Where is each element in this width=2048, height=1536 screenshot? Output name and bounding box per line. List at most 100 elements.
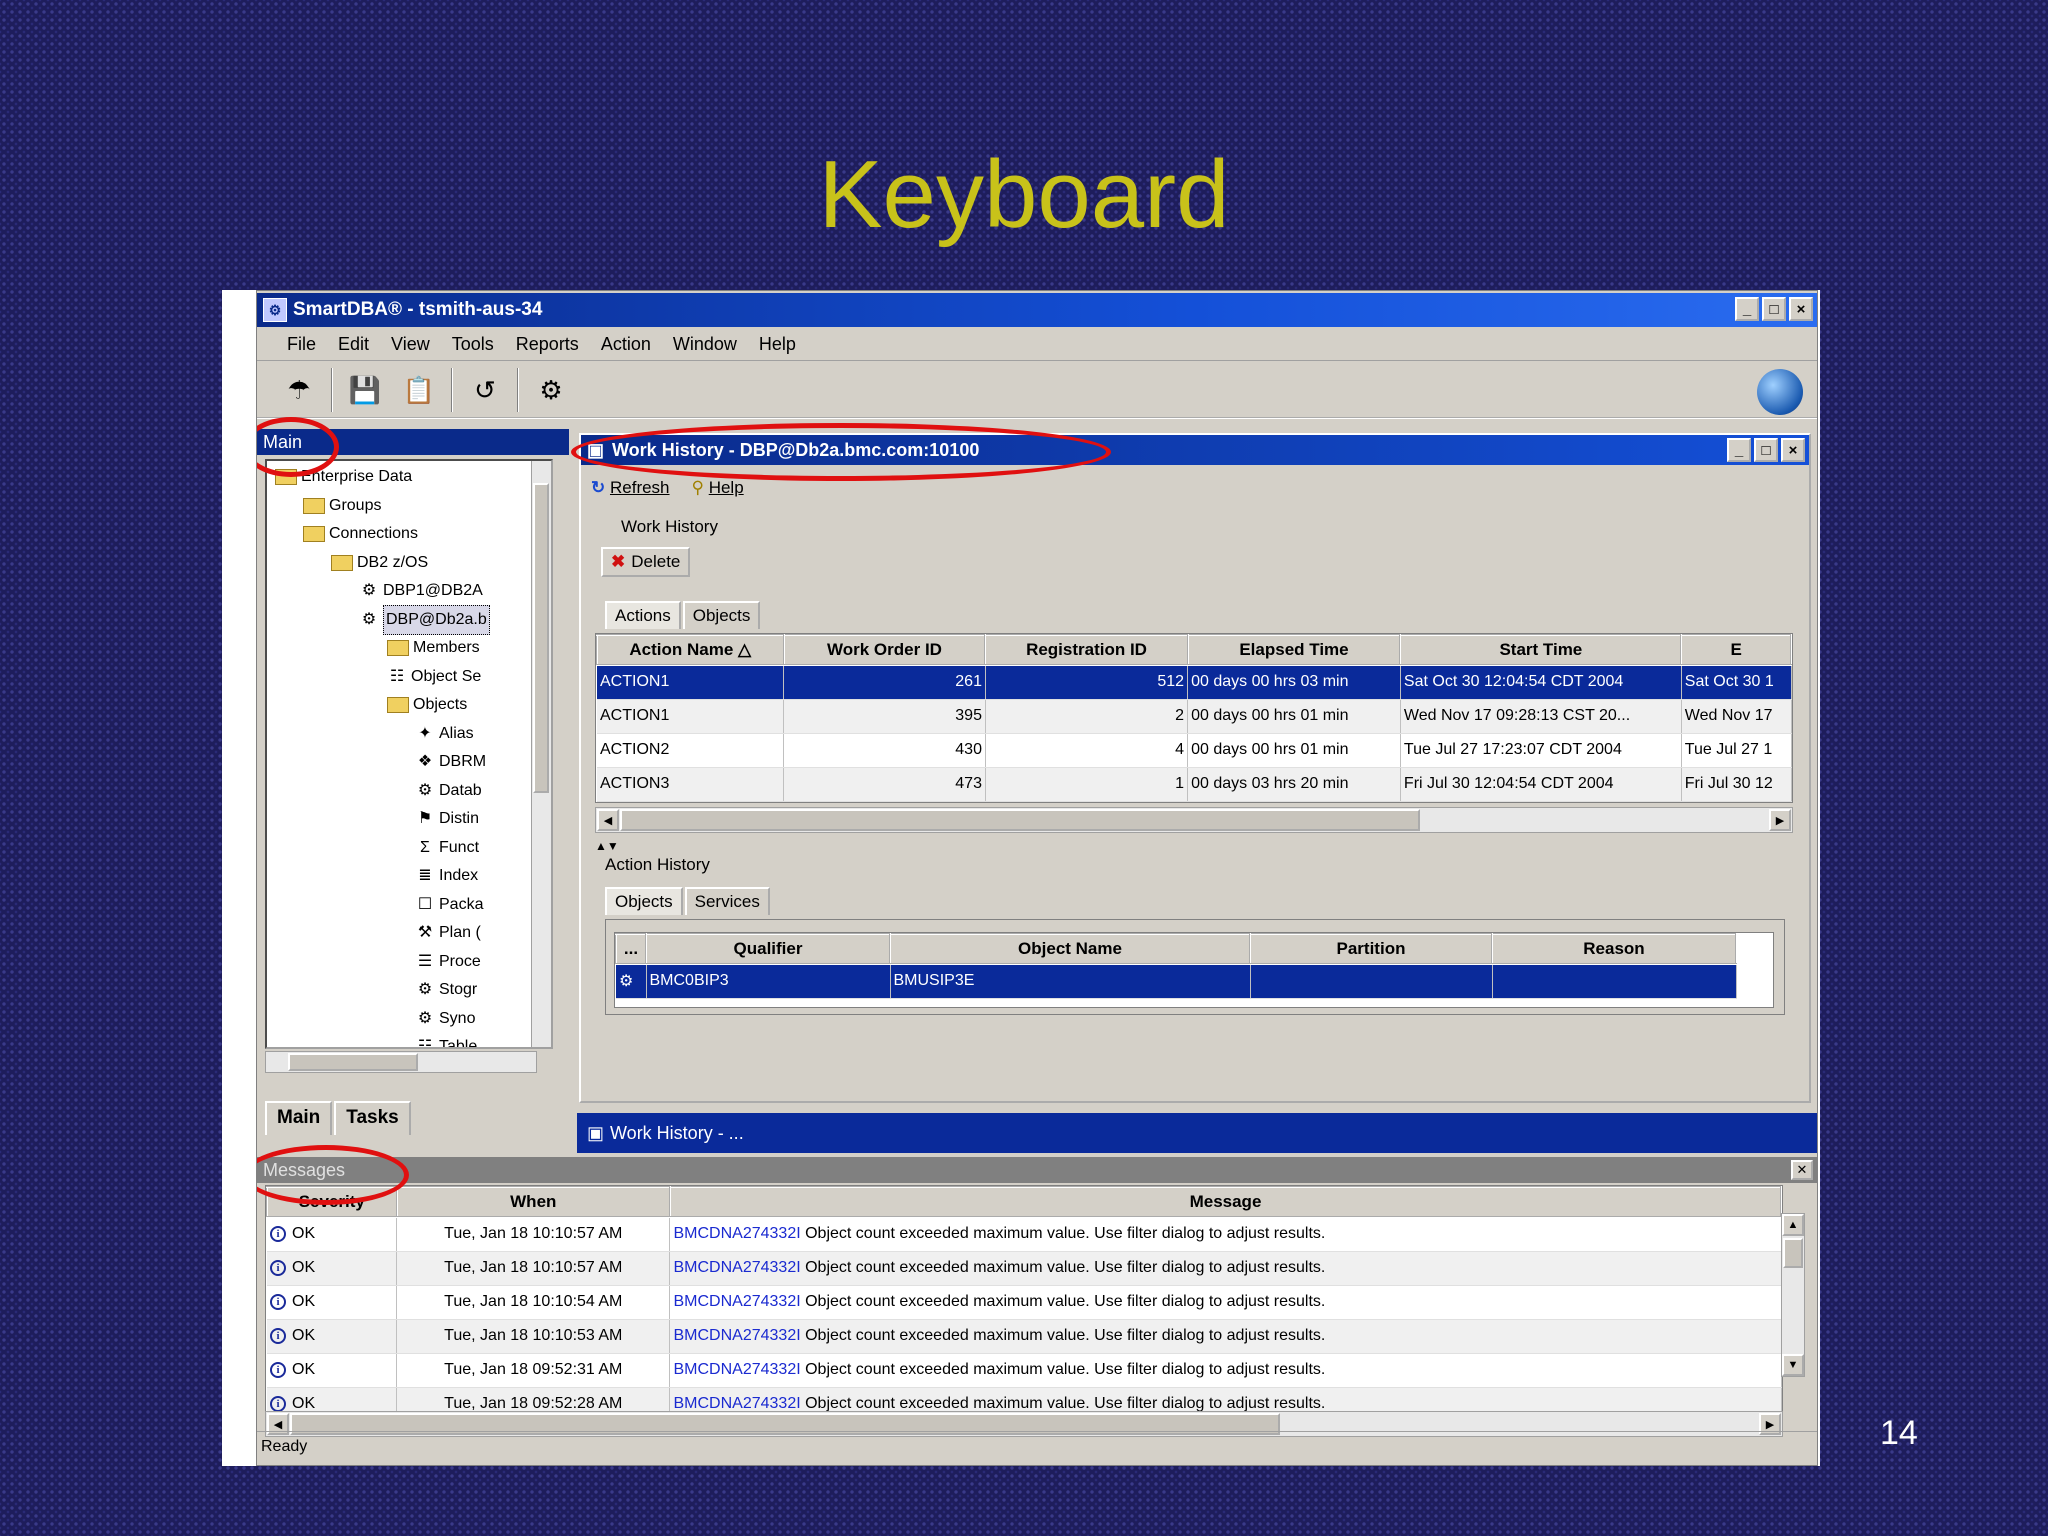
message-code-link[interactable]: BMCDNA274332I: [673, 1259, 800, 1276]
table-row[interactable]: ACTION1 395 2 00 days 00 hrs 01 min Wed Nov …: [597, 699, 1792, 734]
table-row[interactable]: ACTION1 261 512 00 days 00 hrs 03 min Sat Oc…: [597, 665, 1792, 700]
message-row[interactable]: i OK Tue, Jan 18 10:10:53 AM BMCDNA274332I …: [267, 1319, 1782, 1354]
restore-button[interactable]: □: [1754, 438, 1778, 462]
tree-item[interactable]: Groups: [303, 492, 381, 520]
tree-item[interactable]: ⚑ Distin: [415, 805, 479, 833]
taskbar-work-history[interactable]: ▣ Work History - ...: [587, 1119, 744, 1147]
close-button[interactable]: ×: [1781, 438, 1805, 462]
scroll-left-icon[interactable]: ◀: [597, 809, 619, 831]
column-header[interactable]: Object Name: [889, 933, 1251, 965]
tree-item[interactable]: ❖ DBRM: [415, 748, 486, 776]
tab-objects[interactable]: Objects: [682, 601, 761, 629]
message-code-link[interactable]: BMCDNA274332I: [673, 1395, 800, 1412]
scroll-up-icon[interactable]: ▲: [1782, 1214, 1804, 1236]
tree-horizontal-scrollbar[interactable]: [265, 1051, 537, 1073]
scroll-thumb[interactable]: [288, 1053, 418, 1071]
close-icon[interactable]: ✕: [1791, 1160, 1813, 1180]
connect-icon[interactable]: ☂: [277, 368, 321, 412]
message-row[interactable]: i OK Tue, Jan 18 09:52:31 AM BMCDNA274332I …: [267, 1353, 1782, 1388]
tree-item[interactable]: ☐ Packa: [415, 891, 484, 919]
folder-icon: [387, 697, 409, 713]
internal-taskbar: ▣ Work History - ...: [577, 1113, 1817, 1153]
column-header[interactable]: Elapsed Time: [1186, 634, 1402, 666]
scroll-thumb[interactable]: [620, 809, 1420, 831]
scroll-thumb[interactable]: [1783, 1238, 1803, 1268]
table-row[interactable]: ⚙ BMC0BIP3 BMUSIP3E: [616, 964, 1737, 999]
tree-item[interactable]: ⚒ Plan (: [415, 919, 481, 947]
column-header[interactable]: When: [395, 1186, 671, 1218]
menu-tools[interactable]: Tools: [452, 334, 494, 355]
splitter-arrows-icon[interactable]: ▲▼: [595, 839, 619, 853]
column-header[interactable]: Work Order ID: [782, 634, 987, 666]
column-header[interactable]: Registration ID: [984, 634, 1189, 666]
tree-item[interactable]: Objects: [387, 691, 467, 719]
scroll-down-icon[interactable]: ▼: [1782, 1354, 1804, 1376]
close-button[interactable]: ×: [1789, 297, 1813, 321]
column-header[interactable]: Partition: [1249, 933, 1493, 965]
column-header[interactable]: Message: [668, 1186, 1782, 1218]
tree-item[interactable]: ⚙ Syno: [415, 1005, 476, 1033]
message-code-link[interactable]: BMCDNA274332I: [673, 1225, 800, 1242]
maximize-button[interactable]: □: [1762, 297, 1786, 321]
table-row[interactable]: ACTION3 473 1 00 days 03 hrs 20 min Fri Jul …: [597, 767, 1792, 802]
tree-item[interactable]: Σ Funct: [415, 834, 479, 862]
save-icon[interactable]: 💾: [343, 368, 387, 412]
message-code-link[interactable]: BMCDNA274332I: [673, 1327, 800, 1344]
tree-item[interactable]: ☰ Proce: [415, 948, 481, 976]
column-header[interactable]: Action Name △: [596, 634, 785, 666]
table-row[interactable]: ACTION2 430 4 00 days 00 hrs 01 min Tue Jul …: [597, 733, 1792, 768]
messages-vertical-scrollbar[interactable]: ▲ ▼: [1781, 1213, 1805, 1377]
minimize-button[interactable]: _: [1727, 438, 1751, 462]
scroll-thumb[interactable]: [533, 483, 549, 793]
settings-icon[interactable]: ⚙: [529, 368, 573, 412]
column-header[interactable]: ...: [615, 933, 647, 965]
tab-services[interactable]: Services: [684, 887, 770, 915]
message-code-link[interactable]: BMCDNA274332I: [673, 1361, 800, 1378]
tree-item-label: DBRM: [439, 753, 487, 770]
tree-item[interactable]: ⚙ DBP@Db2a.b: [359, 604, 490, 635]
tree-item[interactable]: ✦ Alias: [415, 720, 473, 748]
tab-tasks[interactable]: Tasks: [334, 1101, 411, 1135]
tree-item[interactable]: ☷ Object Se: [387, 663, 481, 691]
tree-item[interactable]: ⚙ Stogr: [415, 976, 477, 1004]
actions-horizontal-scrollbar[interactable]: ◀ ▶: [595, 807, 1793, 833]
refresh-button[interactable]: ↻ Refresh: [591, 478, 670, 498]
tree-item[interactable]: ☷ Table: [415, 1033, 477, 1047]
tree-item-label: DB2 z/OS: [357, 553, 429, 571]
tree-item[interactable]: ⚙ Datab: [415, 777, 482, 805]
delete-button[interactable]: ✖ Delete: [601, 547, 691, 577]
minimize-button[interactable]: _: [1735, 297, 1759, 321]
menu-action[interactable]: Action: [601, 334, 651, 355]
object-tree[interactable]: Enterprise Data Groups Connections DB2 z/OS…: [265, 459, 553, 1049]
tree-item[interactable]: Members: [387, 634, 480, 662]
message-row[interactable]: i OK Tue, Jan 18 10:10:57 AM BMCDNA274332I …: [267, 1217, 1782, 1252]
tree-item[interactable]: ⚙ DBP1@DB2A: [359, 577, 483, 605]
menu-edit[interactable]: Edit: [338, 334, 369, 355]
menu-view[interactable]: View: [391, 334, 430, 355]
tab-actions[interactable]: Actions: [605, 601, 681, 629]
message-text: Object count exceeded maximum value. Use…: [805, 1361, 1326, 1378]
message-row[interactable]: i OK Tue, Jan 18 10:10:54 AM BMCDNA274332I …: [267, 1285, 1782, 1320]
menu-file[interactable]: File: [287, 334, 316, 355]
tree-item[interactable]: DB2 z/OS: [331, 549, 428, 577]
column-header[interactable]: Qualifier: [645, 933, 891, 965]
menu-help[interactable]: Help: [759, 334, 796, 355]
message-code-link[interactable]: BMCDNA274332I: [673, 1293, 800, 1310]
column-header[interactable]: Start Time: [1399, 634, 1683, 666]
scroll-right-icon[interactable]: ▶: [1769, 809, 1791, 831]
tab-objects[interactable]: Objects: [605, 887, 683, 915]
app-titlebar[interactable]: ⚙ SmartDBA® - tsmith-aus-34 _ □ ×: [257, 293, 1817, 327]
tree-item[interactable]: Connections: [303, 520, 418, 548]
tree-vertical-scrollbar[interactable]: [531, 461, 551, 1047]
menu-reports[interactable]: Reports: [516, 334, 579, 355]
help-button[interactable]: ⚲ Help: [692, 478, 744, 498]
message-row[interactable]: i OK Tue, Jan 18 10:10:57 AM BMCDNA274332I …: [267, 1251, 1782, 1286]
tab-main[interactable]: Main: [265, 1101, 333, 1135]
export-icon[interactable]: 📋: [397, 368, 441, 412]
undo-icon[interactable]: ↺: [463, 368, 507, 412]
table-cell: 430: [783, 733, 986, 768]
column-header[interactable]: E: [1680, 634, 1792, 666]
tree-item[interactable]: ≣ Index: [415, 862, 478, 890]
column-header[interactable]: Reason: [1491, 933, 1737, 965]
menu-window[interactable]: Window: [673, 334, 737, 355]
